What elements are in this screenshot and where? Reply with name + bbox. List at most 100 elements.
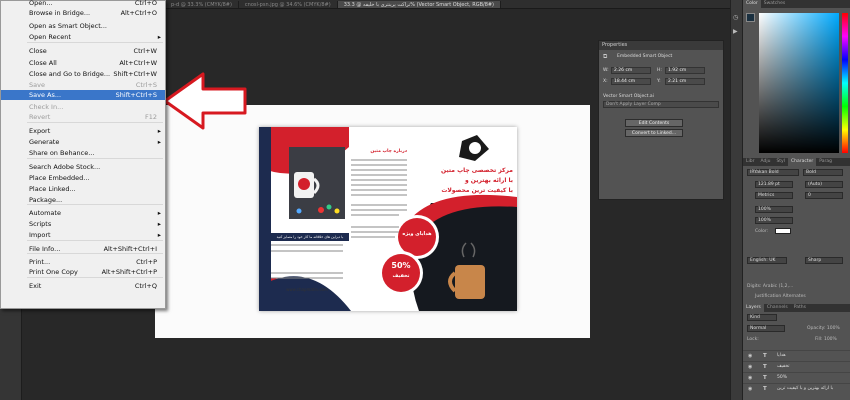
blend-mode-select[interactable]: Normal xyxy=(747,325,785,332)
menu-item-shortcut: Ctrl+O xyxy=(134,0,157,7)
text-layer-icon: T xyxy=(763,375,767,381)
doc-tab-active[interactable]: تراکت پرینتری با خلیفه @ 33.3% (Vector S… xyxy=(337,1,502,8)
menu-item[interactable]: Open... Ctrl+O xyxy=(1,0,165,8)
menu-item: Save Ctrl+S xyxy=(1,80,165,90)
justification-alternates[interactable]: Justification Alternates xyxy=(755,294,806,299)
text-layer-icon: T xyxy=(763,353,767,359)
menu-item[interactable]: Scripts ▸ xyxy=(1,219,165,229)
fill-field[interactable]: Fill: 100% xyxy=(815,337,837,342)
color-picker-field[interactable] xyxy=(759,13,839,153)
tab-color[interactable]: Color xyxy=(743,0,761,8)
tab-paragraph[interactable]: Parag xyxy=(816,158,835,166)
x-field[interactable]: 18.44 cm xyxy=(611,78,651,85)
eye-icon[interactable]: ◉ xyxy=(748,362,752,372)
antialias-select[interactable]: Sharp xyxy=(805,257,843,264)
menu-item[interactable]: Automate ▸ xyxy=(1,208,165,218)
tab-channels[interactable]: Channels xyxy=(764,304,791,312)
orange-mug xyxy=(455,265,485,299)
menu-item: Check In... xyxy=(1,102,165,112)
menu-item[interactable]: Exit Ctrl+Q xyxy=(1,281,165,291)
menu-item-shortcut: Ctrl+P xyxy=(136,258,157,266)
layer-row[interactable]: ◉ T هدایا xyxy=(743,350,850,361)
menu-item-shortcut: Alt+Ctrl+W xyxy=(119,59,157,67)
tab-paths[interactable]: Paths xyxy=(791,304,809,312)
menu-item-label: Search Adobe Stock... xyxy=(29,163,101,171)
menu-item-label: Revert xyxy=(29,113,51,121)
menu-item[interactable]: Export ▸ xyxy=(1,126,165,136)
brochure-document: مرکز تخصصی چاپ متین با ارائه بهترین و با… xyxy=(259,127,517,311)
menu-item-label: Print... xyxy=(29,258,51,266)
menu-separator xyxy=(27,42,163,43)
menu-item[interactable]: Place Embedded... xyxy=(1,173,165,183)
font-family-select[interactable]: IRYakan Bold xyxy=(747,169,799,176)
layer-row[interactable]: ◉ T تخفیف xyxy=(743,361,850,372)
edit-contents-button[interactable]: Edit Contents xyxy=(625,119,683,127)
menu-item[interactable]: Print... Ctrl+P xyxy=(1,257,165,267)
file-menu: Open... Ctrl+O Browse in Bridge... Alt+Ctrl… xyxy=(0,0,166,309)
color-label: Color: xyxy=(755,229,769,234)
font-size-field[interactable]: 121.89 pt xyxy=(755,181,793,188)
tab-libraries[interactable]: Libr xyxy=(743,158,757,166)
menu-item[interactable]: Place Linked... xyxy=(1,184,165,194)
layers-panel-tabs: Layers Channels Paths xyxy=(743,304,850,312)
font-style-select[interactable]: Bold xyxy=(803,169,843,176)
menu-item-label: Save xyxy=(29,81,45,89)
menu-item[interactable]: Import ▸ xyxy=(1,230,165,240)
menu-item[interactable]: Close All Alt+Ctrl+W xyxy=(1,58,165,68)
history-icon[interactable]: ◷ xyxy=(733,14,738,21)
menu-item[interactable]: Close and Go to Bridge... Shift+Ctrl+W xyxy=(1,69,165,79)
layer-row[interactable]: ◉ T 50% xyxy=(743,372,850,383)
layer-comp-select[interactable]: Don't Apply Layer Comp xyxy=(603,101,719,108)
text-color-swatch[interactable] xyxy=(775,228,791,234)
navy-wave-bottom xyxy=(259,276,351,311)
tab-swatches[interactable]: Swatches xyxy=(761,0,789,8)
width-field[interactable]: 2.26 cm xyxy=(611,67,651,74)
menu-item[interactable]: Generate ▸ xyxy=(1,137,165,147)
menu-item[interactable]: Search Adobe Stock... xyxy=(1,162,165,172)
convert-to-linked-button[interactable]: Convert to Linked... xyxy=(625,129,683,137)
navy-strip xyxy=(259,127,271,311)
height-field[interactable]: 1.92 cm xyxy=(665,67,705,74)
menu-item[interactable]: Open Recent ▸ xyxy=(1,32,165,42)
tab-character[interactable]: Character xyxy=(787,158,817,166)
actions-icon[interactable]: ▶ xyxy=(733,28,738,35)
tab-adjustments[interactable]: Adju xyxy=(757,158,773,166)
tab-layers[interactable]: Layers xyxy=(743,304,764,312)
y-field[interactable]: 2.21 cm xyxy=(665,78,705,85)
collapsed-panels-strip: ◷ ▶ xyxy=(730,0,742,400)
doc-tab[interactable]: cnosl-psn.jpg @ 34.6% (CMYK/8#) xyxy=(239,1,338,8)
menu-item[interactable]: Share on Behance... xyxy=(1,148,165,158)
menu-separator xyxy=(27,253,163,254)
layer-kind-filter[interactable]: Kind xyxy=(747,314,777,321)
kerning-field[interactable]: Metrics xyxy=(755,192,793,199)
eye-icon[interactable]: ◉ xyxy=(748,384,752,394)
opacity-field[interactable]: Opacity: 100% xyxy=(807,326,840,331)
submenu-arrow-icon: ▸ xyxy=(157,127,161,135)
layer-row[interactable]: ◉ T با ارائه بهترین و با کیفیت ترین xyxy=(743,383,850,394)
menu-item[interactable]: Save As... Shift+Ctrl+S xyxy=(1,90,165,100)
menu-item-label: Save As... xyxy=(29,91,62,99)
leading-field[interactable]: (Auto) xyxy=(805,181,843,188)
menu-item[interactable]: Open as Smart Object... xyxy=(1,21,165,31)
menu-item-label: Place Embedded... xyxy=(29,174,90,182)
color-fg-swatch[interactable] xyxy=(746,13,755,22)
submenu-arrow-icon: ▸ xyxy=(157,231,161,239)
menu-item[interactable]: Browse in Bridge... Alt+Ctrl+O xyxy=(1,8,165,18)
hue-slider[interactable] xyxy=(842,13,848,153)
menu-item[interactable]: Print One Copy Alt+Shift+Ctrl+P xyxy=(1,267,165,277)
menu-item-label: Close and Go to Bridge... xyxy=(29,70,111,78)
horizontal-scale-field[interactable]: 100% xyxy=(755,217,793,224)
doc-tab[interactable]: p-d @ 33.3% (CMYK/8#) xyxy=(165,1,239,8)
menu-separator xyxy=(27,122,163,123)
vertical-scale-field[interactable]: 100% xyxy=(755,206,793,213)
eye-icon[interactable]: ◉ xyxy=(748,351,752,361)
tab-styles[interactable]: Styl xyxy=(773,158,788,166)
eye-icon[interactable]: ◉ xyxy=(748,373,752,383)
menu-item[interactable]: Close Ctrl+W xyxy=(1,46,165,56)
digits-select[interactable]: Digits: Arabic (1,2,... xyxy=(747,284,793,289)
tracking-field[interactable]: 0 xyxy=(805,192,843,199)
menu-item-shortcut: Ctrl+W xyxy=(133,47,157,55)
language-select[interactable]: English: UK xyxy=(747,257,787,264)
menu-item-label: Close xyxy=(29,47,47,55)
menu-item-shortcut: Shift+Ctrl+S xyxy=(115,91,157,99)
